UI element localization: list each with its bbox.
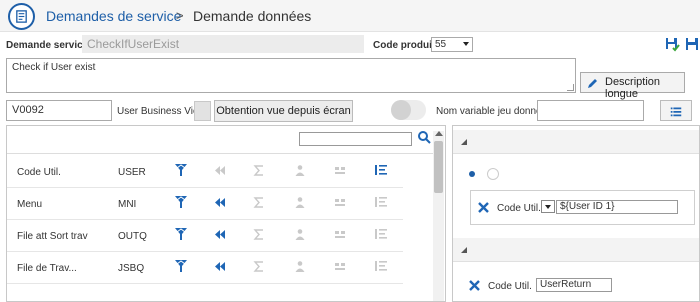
table-header-divider (7, 153, 433, 154)
field-code: JSBQ (118, 263, 145, 274)
filter-section-header[interactable] (453, 130, 699, 154)
scrollbar[interactable] (433, 131, 444, 301)
grid-icon[interactable] (334, 228, 346, 241)
return-field-label: Code Util. (488, 281, 532, 292)
sigma-icon[interactable] (253, 196, 265, 209)
person-icon[interactable] (294, 260, 306, 273)
toggle-knob (391, 100, 411, 120)
business-view-label: User Business View (117, 106, 206, 117)
grid-icon[interactable] (334, 164, 346, 177)
search-icon[interactable] (417, 130, 431, 144)
person-icon[interactable] (294, 196, 306, 209)
sigma-icon[interactable] (253, 164, 265, 177)
chevron-down-icon (463, 42, 469, 46)
floppy-disk-check-icon[interactable] (664, 36, 680, 52)
operator-select[interactable] (541, 200, 555, 213)
collapse-triangle-icon (461, 139, 467, 145)
filter-icon[interactable] (175, 260, 187, 273)
header-bar: Demandes de service > Demande données (0, 0, 700, 32)
toggle-switch[interactable] (391, 100, 426, 120)
request-panel: Code Util. ${User ID 1} Code Util. UserR… (452, 125, 700, 302)
page-title: Demande données (193, 8, 312, 24)
obtention-vue-button[interactable]: Obtention vue depuis écran (214, 100, 353, 122)
double-arrow-left-icon[interactable] (214, 228, 226, 241)
sigma-icon[interactable] (253, 260, 265, 273)
condition-value-input[interactable]: ${User ID 1} (556, 200, 678, 214)
grid-icon[interactable] (334, 196, 346, 209)
table-row[interactable]: File de Trav... JSBQ (7, 252, 403, 284)
business-view-input[interactable]: V0092 (6, 100, 112, 121)
description-text: Check if User exist (12, 62, 96, 73)
filter-icon[interactable] (175, 228, 187, 241)
chevron-down-icon (545, 205, 551, 209)
radio-and[interactable] (469, 171, 475, 177)
table-row[interactable]: Code Util. USER (7, 156, 403, 188)
delete-condition-icon[interactable] (478, 202, 489, 213)
field-code: OUTQ (118, 231, 147, 242)
filter-icon[interactable] (175, 196, 187, 209)
field-name: File de Trav... (17, 263, 77, 274)
description-longue-button[interactable]: Description longue (580, 72, 685, 100)
field-code: MNI (118, 199, 137, 210)
description-textarea[interactable]: Check if User exist (6, 58, 576, 93)
sort-list-icon[interactable] (375, 260, 387, 273)
double-arrow-left-icon[interactable] (214, 196, 226, 209)
resize-grip[interactable] (567, 84, 574, 91)
scroll-thumb[interactable] (434, 141, 443, 193)
delete-return-icon[interactable] (469, 280, 480, 291)
code-produit-value: 55 (435, 39, 447, 50)
field-code: USER (118, 167, 146, 178)
person-icon[interactable] (294, 228, 306, 241)
filter-icon[interactable] (175, 164, 187, 177)
demande-service-label: Demande service (6, 40, 89, 51)
return-value-input[interactable]: UserReturn (536, 278, 612, 292)
list-button[interactable] (660, 100, 692, 121)
double-arrow-left-icon[interactable] (214, 260, 226, 273)
field-name: Code Util. (17, 167, 61, 178)
sigma-icon[interactable] (253, 228, 265, 241)
return-section-header[interactable] (453, 238, 699, 262)
double-arrow-left-icon[interactable] (214, 164, 226, 177)
condition-field-label: Code Util. (497, 203, 541, 214)
grid-icon[interactable] (334, 260, 346, 273)
collapse-triangle-icon (461, 247, 467, 253)
description-longue-label: Description longue (605, 76, 661, 100)
form-document-icon[interactable] (8, 3, 35, 30)
floppy-disk-icon[interactable] (684, 36, 700, 52)
nom-variable-label: Nom variable jeu données (436, 106, 553, 117)
search-input[interactable] (299, 132, 412, 146)
demande-service-field: CheckIfUserExist (82, 35, 364, 53)
pencil-icon (588, 79, 597, 88)
radio-or[interactable] (487, 168, 499, 180)
code-produit-select[interactable]: 55 (431, 37, 473, 52)
sort-list-icon[interactable] (375, 196, 387, 209)
list-icon (670, 107, 682, 117)
table-row[interactable]: File att Sort trav OUTQ (7, 220, 403, 252)
sort-list-icon[interactable] (375, 164, 387, 177)
sort-list-icon[interactable] (375, 228, 387, 241)
person-icon[interactable] (294, 164, 306, 177)
field-name: File att Sort trav (17, 231, 88, 242)
code-produit-label: Code produit (373, 40, 436, 51)
breadcrumb-separator: > (176, 8, 184, 23)
breadcrumb-root-link[interactable]: Demandes de service (46, 8, 181, 24)
scroll-up-arrow[interactable] (435, 131, 443, 136)
fields-panel: Code Util. USER Menu MNI File att Sort trav O… (6, 125, 446, 302)
condition-box: Code Util. ${User ID 1} (470, 190, 695, 225)
business-view-lookup-button[interactable] (194, 101, 211, 121)
table-row[interactable]: Menu MNI (7, 188, 403, 220)
nom-variable-input[interactable] (537, 100, 644, 121)
field-name: Menu (17, 199, 43, 210)
